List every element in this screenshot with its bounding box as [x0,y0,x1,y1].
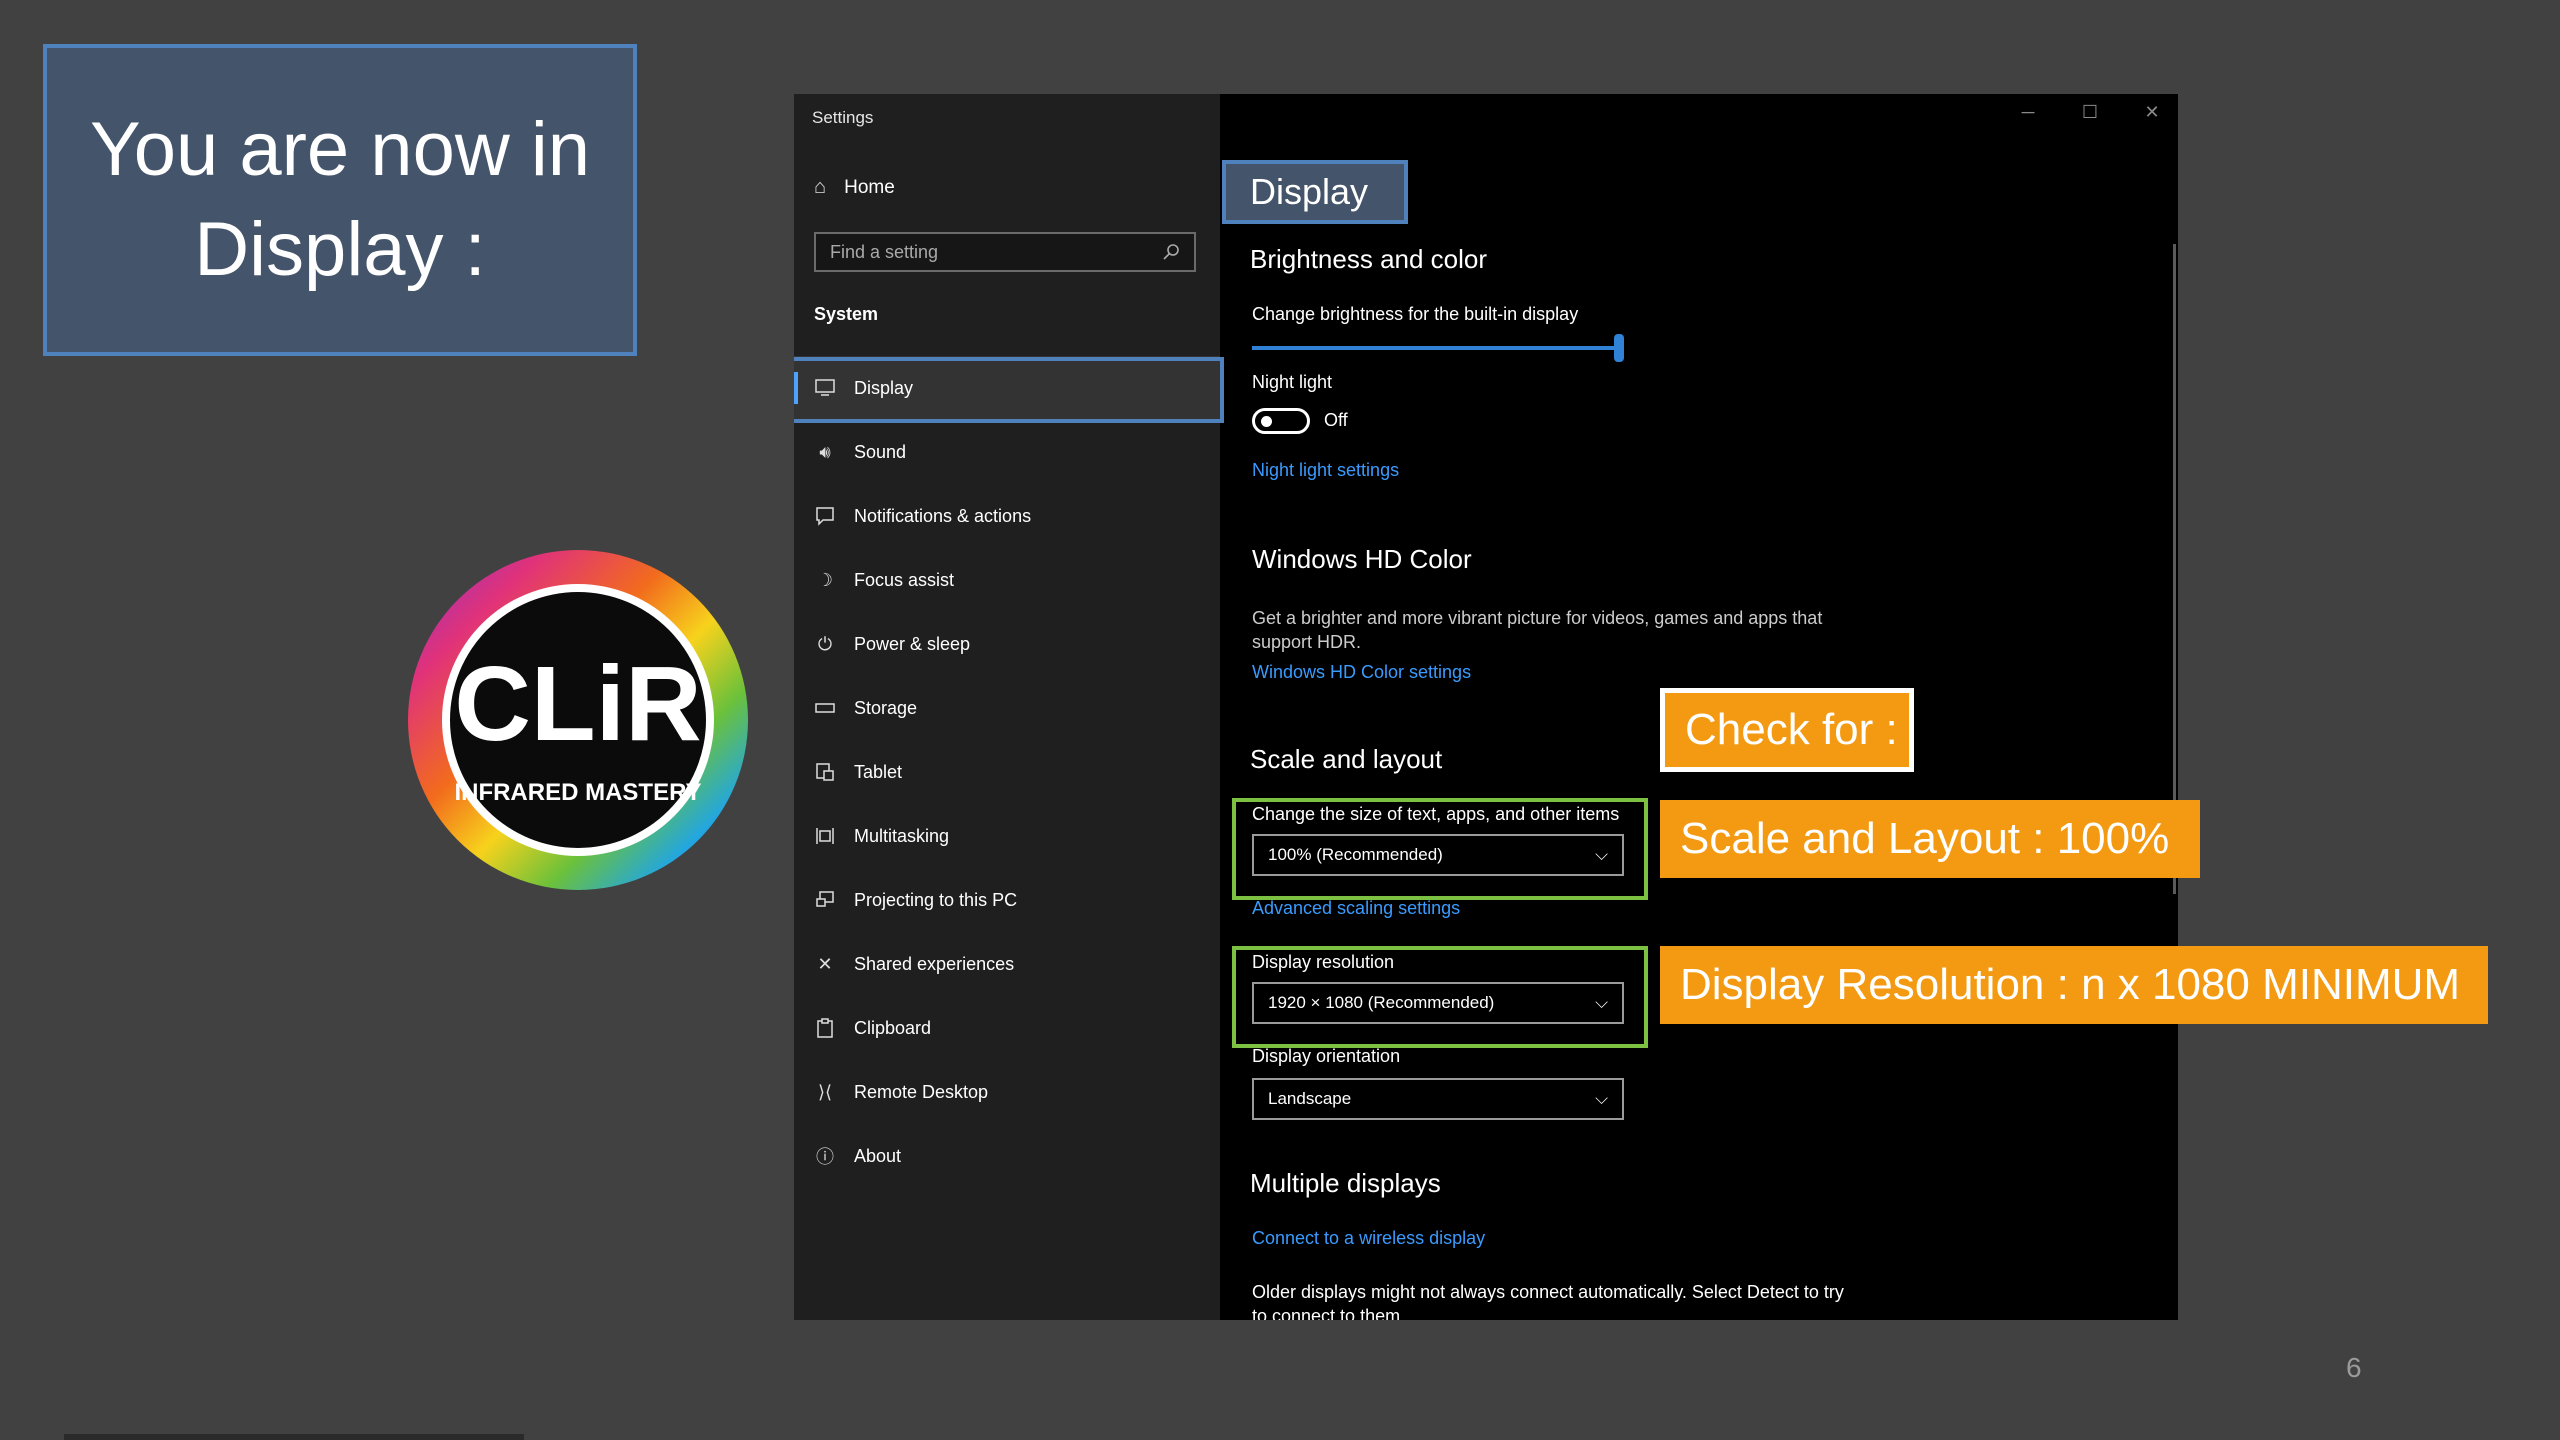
logo-text: CLiR [454,645,701,763]
search-icon [1163,244,1179,260]
sidebar-item-label: Focus assist [854,569,955,590]
sidebar-item-projecting[interactable]: Projecting to this PC [794,868,1220,932]
sidebar-item-label: Storage [854,697,918,718]
sidebar-item-label: Remote Desktop [854,1081,989,1102]
notification-icon [814,505,836,527]
wireless-display-link[interactable]: Connect to a wireless display [1252,1228,1485,1249]
close-icon[interactable]: ✕ [2140,102,2164,123]
maximize-icon[interactable]: ☐ [2078,102,2102,123]
nav-list: Display 🔊︎ Sound Notifications & actions… [794,356,1220,1188]
sidebar-item-sound[interactable]: 🔊︎ Sound [794,420,1220,484]
nav-home-label: Home [844,176,895,198]
chevron-down-icon: ⌵ [1595,993,1608,1012]
clipboard-icon [814,1017,836,1039]
window-controls: ─ ☐ ✕ [2016,102,2164,123]
clir-logo: CLiR INFRARED MASTERY [408,550,748,890]
multiple-displays-description: Older displays might not always connect … [1252,1282,1844,1320]
projecting-icon [814,889,836,911]
sidebar-item-label: Power & sleep [854,633,971,654]
brightness-heading: Brightness and color [1250,244,1488,274]
nav-home[interactable]: ⌂ Home [814,176,895,199]
shared-icon: ✕ [817,953,833,974]
tablet-icon [814,761,836,783]
sidebar-item-label: Shared experiences [854,953,1015,974]
orientation-value: Landscape [1268,1089,1352,1108]
page-title: Display [1222,160,1408,224]
moon-icon: ☽ [816,569,834,590]
night-light-settings-link[interactable]: Night light settings [1252,460,1399,481]
sidebar-item-remote-desktop[interactable]: ⟩⟨ Remote Desktop [794,1060,1220,1124]
multiple-displays-heading: Multiple displays [1250,1168,1441,1198]
logo-subtext: INFRARED MASTERY [454,779,701,806]
callout-scale-layout: Scale and Layout : 100% [1660,800,2200,878]
scale-heading: Scale and layout [1250,744,1443,774]
orientation-label: Display orientation [1252,1046,1401,1066]
window-title: Settings [812,108,874,127]
multitasking-icon [814,825,836,847]
page-number: 6 [2346,1352,2362,1383]
sidebar-item-focus-assist[interactable]: ☽ Focus assist [794,548,1220,612]
callout-check-for: Check for : [1660,688,1914,772]
sidebar-item-label: Clipboard [854,1017,932,1038]
sidebar-item-label: Sound [854,441,907,462]
orientation-select[interactable]: Landscape ⌵ [1252,1078,1624,1120]
search-placeholder: Find a setting [830,241,939,262]
sidebar-item-notifications[interactable]: Notifications & actions [794,484,1220,548]
sidebar-item-power-sleep[interactable]: ⏻ Power & sleep [794,612,1220,676]
advanced-scaling-link[interactable]: Advanced scaling settings [1252,898,1460,919]
sidebar-item-label: Projecting to this PC [854,889,1018,910]
info-icon: ⓘ [816,1147,834,1167]
settings-window: Settings ⌂ Home Find a setting System Di… [794,94,2178,1320]
minimize-icon[interactable]: ─ [2016,102,2040,123]
sidebar-item-storage[interactable]: Storage [794,676,1220,740]
scale-size-label: Change the size of text, apps, and other… [1252,804,1620,824]
chevron-down-icon: ⌵ [1595,845,1608,864]
night-light-toggle[interactable] [1252,408,1310,434]
chevron-down-icon: ⌵ [1595,1089,1608,1108]
sidebar-item-label: Tablet [854,761,903,782]
callout-display-resolution: Display Resolution : n x 1080 MINIMUM [1660,946,2488,1024]
sidebar-item-clipboard[interactable]: Clipboard [794,996,1220,1060]
hdr-heading: Windows HD Color [1252,544,1472,574]
resolution-label: Display resolution [1252,952,1395,972]
sidebar-item-display[interactable]: Display [794,356,1220,420]
night-light-state: Off [1324,410,1348,430]
progress-bar [64,1434,524,1440]
sidebar-item-label: About [854,1145,902,1166]
sidebar: Settings ⌂ Home Find a setting System Di… [794,94,1220,1320]
scrollbar[interactable] [2173,244,2176,894]
sidebar-item-tablet[interactable]: Tablet [794,740,1220,804]
storage-icon [814,697,836,719]
monitor-icon [814,377,836,399]
sidebar-item-label: Multitasking [854,825,950,846]
brightness-slider-label: Change brightness for the built-in displ… [1252,304,1579,324]
search-input[interactable]: Find a setting [814,232,1196,272]
power-icon: ⏻ [817,633,833,654]
sidebar-item-shared-experiences[interactable]: ✕ Shared experiences [794,932,1220,996]
section-label-system: System [814,304,879,324]
scale-size-value: 100% (Recommended) [1268,845,1443,864]
sidebar-item-label: Notifications & actions [854,505,1032,526]
speaker-icon: 🔊︎ [819,441,831,462]
brightness-slider-thumb[interactable] [1614,334,1624,362]
slide-heading: You are now in Display : [43,44,637,356]
sidebar-item-label: Display [854,377,914,398]
brightness-slider-track[interactable] [1252,346,1620,350]
hdr-settings-link[interactable]: Windows HD Color settings [1252,662,1471,683]
sidebar-item-about[interactable]: ⓘ About [794,1124,1220,1188]
resolution-value: 1920 × 1080 (Recommended) [1268,993,1495,1012]
scale-size-select[interactable]: 100% (Recommended) ⌵ [1252,834,1624,876]
night-light-label: Night light [1252,372,1333,392]
remote-icon: ⟩⟨ [817,1081,833,1102]
hdr-description: Get a brighter and more vibrant picture … [1252,608,1823,652]
resolution-select[interactable]: 1920 × 1080 (Recommended) ⌵ [1252,982,1624,1024]
sidebar-item-multitasking[interactable]: Multitasking [794,804,1220,868]
home-icon: ⌂ [814,176,827,198]
